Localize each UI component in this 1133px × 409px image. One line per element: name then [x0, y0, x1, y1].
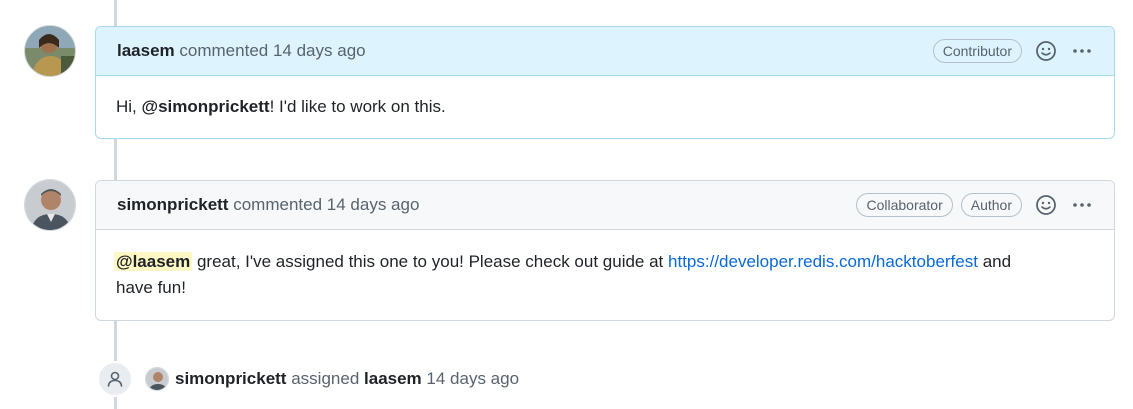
author-badge: Author: [960, 193, 1022, 217]
comment-laasem: laasem commented 14 days ago Contributor…: [95, 26, 1115, 139]
event-text: simonprickett assigned laasem 14 days ag…: [175, 369, 519, 389]
comment-header: laasem commented 14 days ago Contributor: [96, 27, 1114, 76]
body-text: Hi,: [116, 97, 142, 116]
kebab-horizontal-icon[interactable]: [1070, 193, 1094, 217]
comment-action: commented: [179, 41, 269, 60]
event-action: assigned: [291, 369, 360, 388]
body-text: ! I'd like to work on this.: [269, 97, 446, 116]
avatar-simonprickett[interactable]: [24, 179, 76, 231]
assigned-event: simonprickett assigned laasem 14 days ag…: [97, 361, 519, 397]
comment-action: commented: [233, 195, 323, 214]
smiley-icon[interactable]: [1034, 39, 1058, 63]
collaborator-badge: Collaborator: [856, 193, 953, 217]
comment-author[interactable]: simonprickett: [117, 195, 228, 214]
body-text: great, I've assigned this one to you! Pl…: [192, 252, 669, 271]
person-icon: [97, 361, 133, 397]
comment-body: Hi, @simonprickett! I'd like to work on …: [96, 76, 1114, 120]
hacktoberfest-link[interactable]: https://developer.redis.com/hacktoberfes…: [668, 252, 978, 271]
comment-header-text: simonprickett commented 14 days ago: [117, 195, 848, 215]
avatar-laasem[interactable]: [24, 25, 76, 77]
event-avatar[interactable]: [145, 367, 169, 391]
comment-body: @laasem great, I've assigned this one to…: [96, 230, 1114, 301]
event-actor[interactable]: simonprickett: [175, 369, 286, 388]
comment-simonprickett: simonprickett commented 14 days ago Coll…: [95, 180, 1115, 321]
event-time[interactable]: 14 days ago: [426, 369, 519, 388]
smiley-icon[interactable]: [1034, 193, 1058, 217]
comment-header-text: laasem commented 14 days ago: [117, 41, 925, 61]
comment-header: simonprickett commented 14 days ago Coll…: [96, 181, 1114, 230]
comment-time[interactable]: 14 days ago: [327, 195, 420, 214]
comment-author[interactable]: laasem: [117, 41, 175, 60]
mention-link[interactable]: @simonprickett: [142, 97, 270, 116]
comment-time[interactable]: 14 days ago: [273, 41, 366, 60]
mention-link[interactable]: @laasem: [114, 252, 193, 271]
event-target[interactable]: laasem: [364, 369, 422, 388]
contributor-badge: Contributor: [932, 39, 1022, 63]
kebab-horizontal-icon[interactable]: [1070, 39, 1094, 63]
